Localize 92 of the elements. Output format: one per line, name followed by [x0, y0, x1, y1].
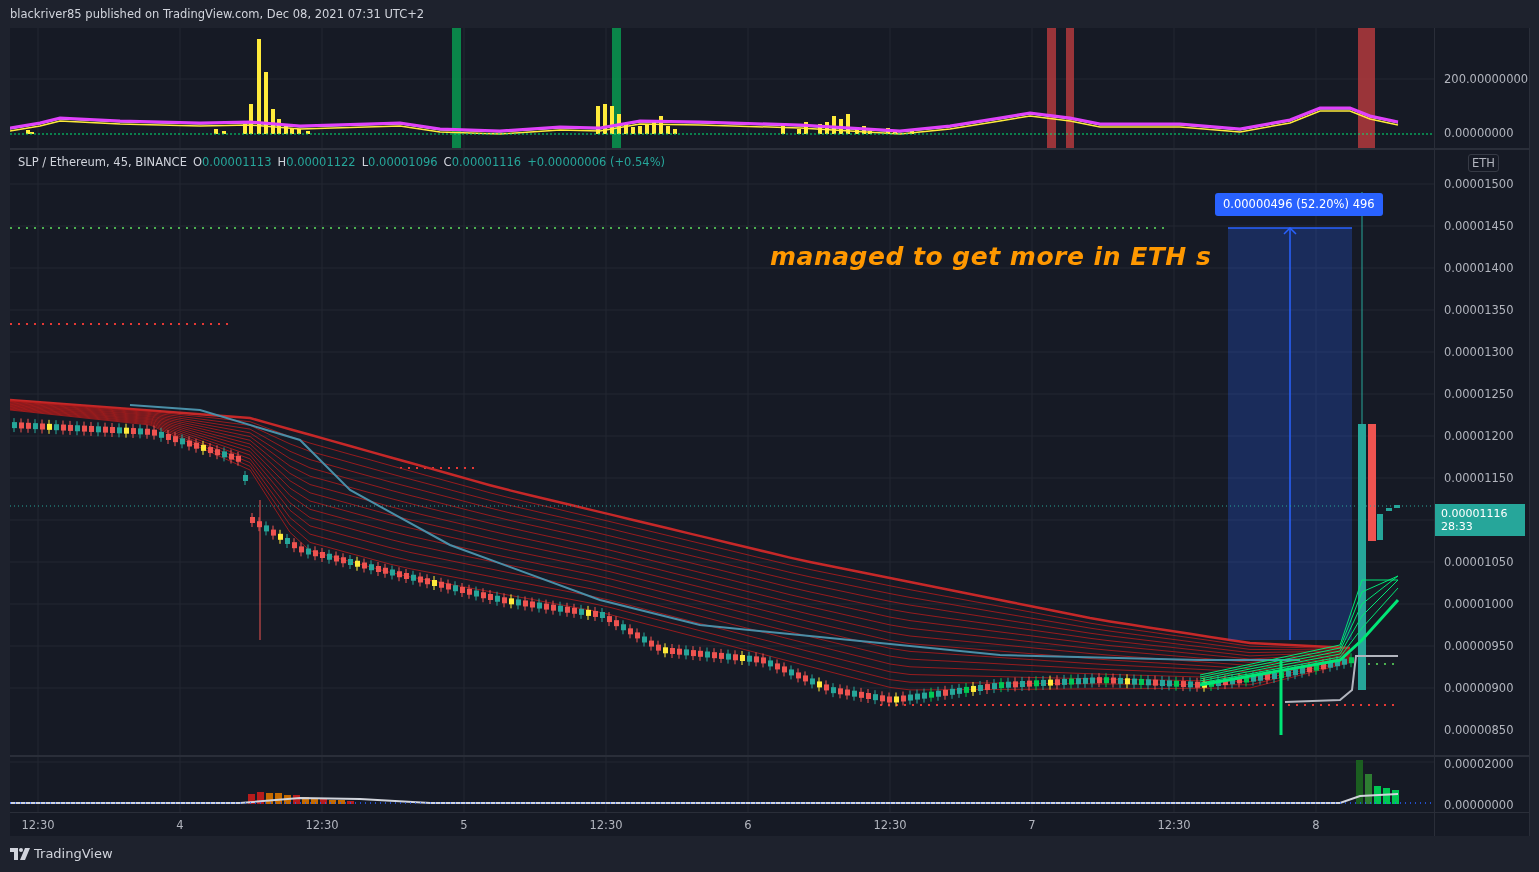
- histogram-bar: [214, 129, 218, 134]
- time-label: 12:30: [20, 817, 56, 834]
- time-label: 12:30: [1156, 817, 1192, 834]
- histogram-bar: [804, 122, 808, 134]
- price-label: 0.00001300: [1444, 344, 1515, 361]
- time-label: 8: [1311, 817, 1321, 834]
- histogram-bar: [659, 116, 663, 134]
- time-label: 7: [1027, 817, 1037, 834]
- axis-label: 200.00000000: [1444, 71, 1530, 87]
- volume-bar: [275, 793, 282, 804]
- histogram-bar: [596, 106, 600, 134]
- axis-label: 0.00000000: [1444, 125, 1515, 141]
- histogram-bar: [862, 126, 866, 134]
- time-label: 4: [175, 817, 185, 834]
- histogram-bar: [610, 106, 614, 134]
- histogram-bar: [222, 131, 226, 134]
- volume-bar: [338, 800, 345, 804]
- histogram-bar: [617, 114, 621, 134]
- ohlc-value: C0.00001116: [443, 154, 522, 171]
- histogram-bar: [284, 126, 288, 134]
- price-label: 0.00000950: [1444, 638, 1515, 655]
- price-label: 0.00001500: [1444, 176, 1515, 193]
- price-label: 0.00001000: [1444, 596, 1515, 613]
- price-label: 0.00000900: [1444, 680, 1515, 697]
- time-label: 12:30: [304, 817, 340, 834]
- price-label: 0.00001150: [1444, 470, 1515, 487]
- volume-bar: [311, 798, 318, 804]
- price-change: +0.00000006 (+0.54%): [527, 154, 666, 171]
- histogram-bar: [832, 116, 836, 134]
- volume-bar: [293, 795, 300, 804]
- time-label: 6: [743, 817, 753, 834]
- currency-label[interactable]: ETH: [1468, 154, 1499, 172]
- volume-bar: [257, 792, 264, 804]
- volume-bar: [329, 800, 336, 804]
- current-price-label: 0.00001116 28:33: [1435, 504, 1525, 536]
- histogram-bar: [271, 109, 275, 134]
- price-label: 0.00001350: [1444, 302, 1515, 319]
- volume-bar: [347, 801, 354, 804]
- ohlc-value: O0.00001113: [192, 154, 272, 171]
- volume-bar: [1392, 790, 1399, 804]
- histogram-bar: [243, 124, 247, 134]
- axis-label: 0.00002000: [1444, 757, 1515, 771]
- histogram-bar: [839, 119, 843, 134]
- ohlc-value: H0.00001122: [277, 154, 356, 171]
- histogram-bar: [249, 104, 253, 134]
- volume-bar: [320, 799, 327, 804]
- ohlc-value: L0.00001096: [361, 154, 438, 171]
- histogram-bar: [855, 129, 859, 134]
- volume-bar: [1356, 760, 1363, 804]
- price-label: 0.00001450: [1444, 218, 1515, 235]
- price-label: 0.00001050: [1444, 554, 1515, 571]
- publication-info: blackriver85 published on TradingView.com, Dec 08, 2021 07:31 UTC+2: [10, 7, 425, 21]
- brand-name: TradingView: [34, 845, 113, 864]
- volume-bar: [302, 797, 309, 804]
- histogram-bar: [910, 131, 914, 134]
- histogram-bar: [868, 131, 872, 134]
- volume-bar: [284, 795, 291, 804]
- time-label: 12:30: [588, 817, 624, 834]
- volume-bar: [248, 794, 255, 804]
- histogram-bar: [825, 122, 829, 134]
- chart-annotation: managed to get more in ETH s: [770, 241, 1212, 273]
- histogram-bar: [645, 124, 649, 134]
- histogram-bar: [638, 126, 642, 134]
- volume-bar: [266, 793, 273, 804]
- volume-bar: [1365, 774, 1372, 804]
- time-label: 5: [459, 817, 469, 834]
- histogram-bar: [306, 131, 310, 134]
- price-label: 0.00001400: [1444, 260, 1515, 277]
- histogram-bar: [846, 114, 850, 134]
- volume-bar: [1383, 788, 1390, 804]
- histogram-bar: [603, 104, 607, 134]
- logo-icon: [10, 848, 30, 860]
- axis-label: 0.00000000: [1444, 798, 1515, 812]
- histogram-bar: [893, 130, 897, 134]
- histogram-bar: [666, 126, 670, 134]
- histogram-bar: [631, 127, 635, 134]
- histogram-bar: [264, 72, 268, 134]
- price-label: 0.00000850: [1444, 722, 1515, 739]
- histogram-bar: [673, 129, 677, 134]
- price-label: 0.00001200: [1444, 428, 1515, 445]
- histogram-bar: [818, 124, 822, 134]
- price-label: 0.00001250: [1444, 386, 1515, 403]
- histogram-bar: [277, 119, 281, 134]
- histogram-bar: [781, 126, 785, 134]
- symbol-info: SLP / Ethereum, 45, BINANCE: [18, 154, 187, 171]
- volume-bar: [1374, 786, 1381, 804]
- time-label: 12:30: [872, 817, 908, 834]
- histogram-bar: [797, 129, 801, 134]
- histogram-bar: [297, 129, 301, 134]
- measure-label: 0.00000496 (52.20%) 496: [1215, 193, 1383, 217]
- histogram-bar: [624, 124, 628, 134]
- histogram-bar: [290, 128, 294, 134]
